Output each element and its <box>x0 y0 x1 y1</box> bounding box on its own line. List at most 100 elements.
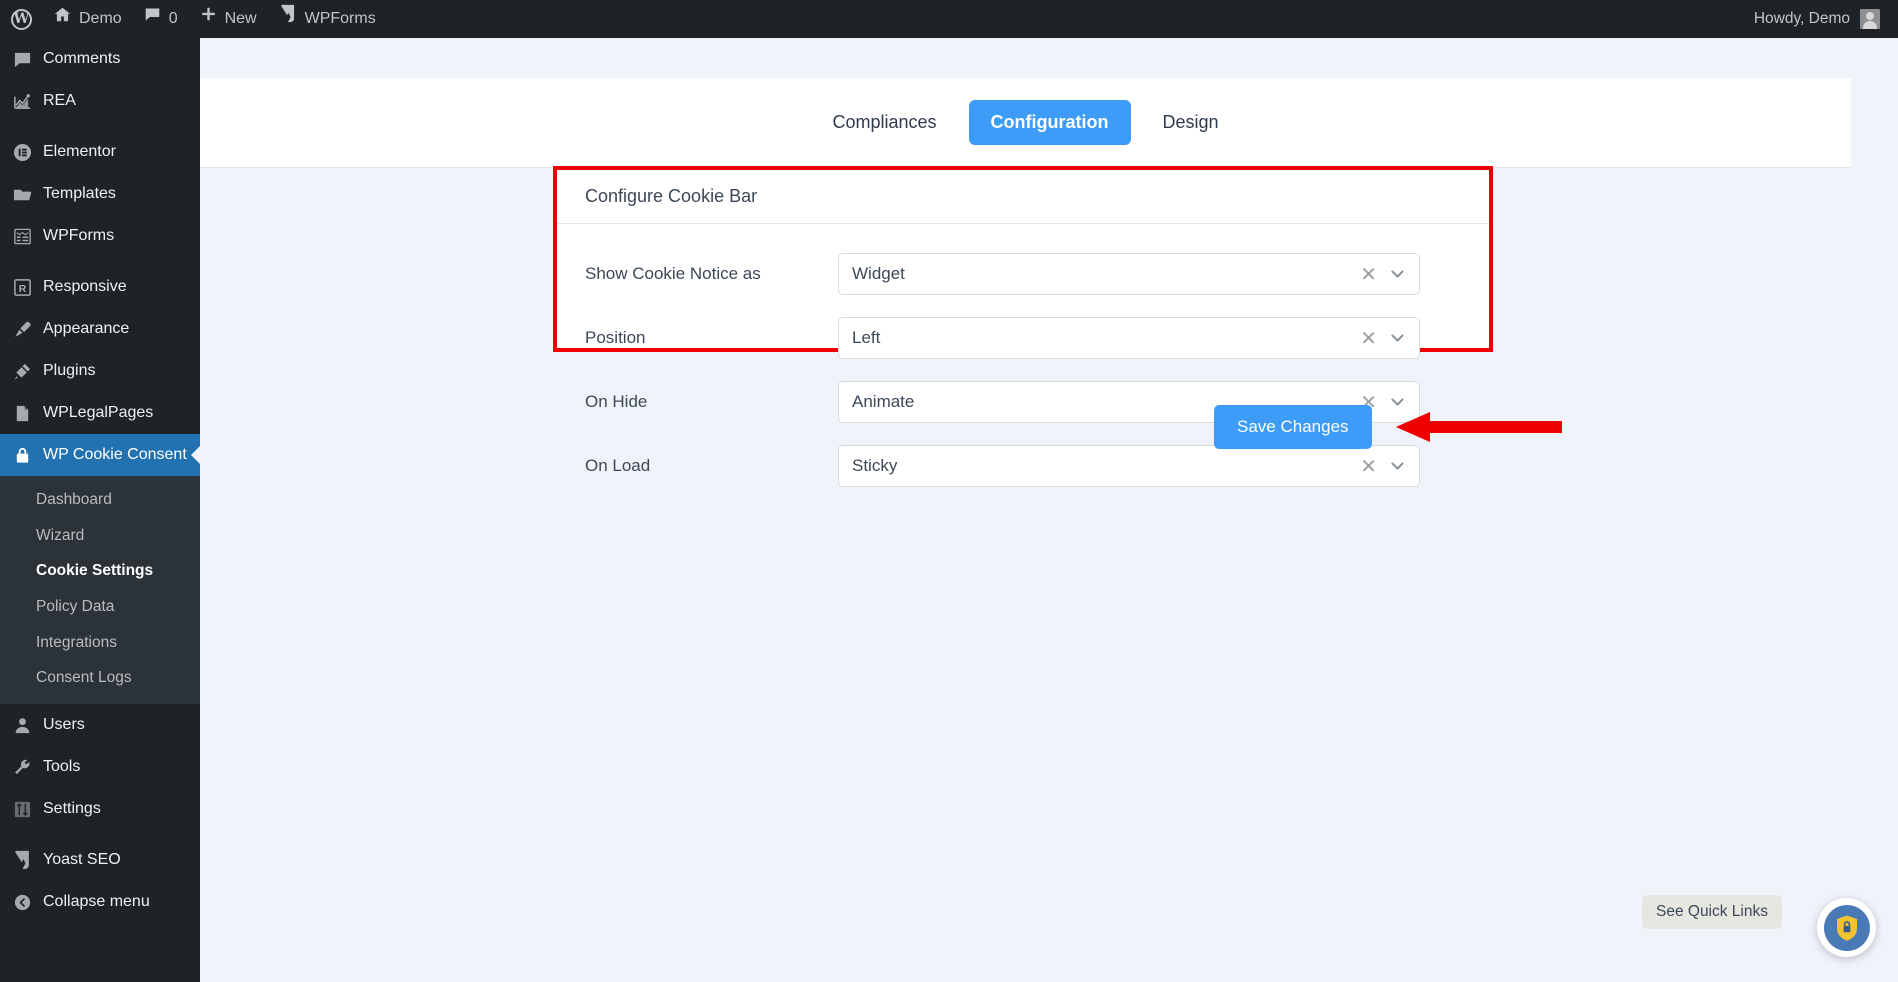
select-value: Widget <box>852 264 905 284</box>
panel-title: Configure Cookie Bar <box>557 170 1489 224</box>
field-label: Position <box>585 328 838 348</box>
sidebar-item-tools[interactable]: Tools <box>0 746 200 788</box>
sidebar-subitem-policy-data[interactable]: Policy Data <box>0 589 200 625</box>
sidebar-label: Tools <box>43 757 200 778</box>
sidebar-item-users[interactable]: Users <box>0 704 200 746</box>
sidebar-item-yoast-seo[interactable]: Yoast SEO <box>0 839 200 881</box>
sidebar-subitem-integrations[interactable]: Integrations <box>0 625 200 661</box>
chevron-down-icon[interactable] <box>1389 458 1406 475</box>
position-select[interactable]: Left ✕ <box>838 317 1420 359</box>
brush-icon <box>12 319 32 339</box>
sidebar-item-wp-cookie-consent[interactable]: WP Cookie Consent <box>0 434 200 476</box>
clear-icon[interactable]: ✕ <box>1360 456 1377 476</box>
home-icon <box>54 0 71 38</box>
admin-bar-wpforms[interactable]: WPForms <box>268 0 387 38</box>
sidebar-subitem-cookie-settings[interactable]: Cookie Settings <box>0 553 200 589</box>
annotation-arrow-left-icon <box>1394 410 1564 444</box>
clear-icon[interactable]: ✕ <box>1360 328 1377 348</box>
chart-icon <box>12 91 32 111</box>
wordpress-logo-icon: W <box>11 9 32 30</box>
sidebar-label: Appearance <box>43 319 200 340</box>
on-load-select[interactable]: Sticky ✕ <box>838 445 1420 487</box>
field-label: Show Cookie Notice as <box>585 264 838 284</box>
tab-configuration[interactable]: Configuration <box>969 100 1131 145</box>
collapse-icon <box>12 892 32 912</box>
sidebar-subitem-wizard[interactable]: Wizard <box>0 518 200 554</box>
sliders-icon <box>12 799 32 819</box>
sidebar-label: Settings <box>43 799 200 820</box>
main-content: Compliances Configuration Design Configu… <box>200 38 1898 982</box>
chevron-down-icon[interactable] <box>1389 330 1406 347</box>
field-position: Position Left ✕ <box>585 306 1461 370</box>
panel-body: Show Cookie Notice as Widget ✕ Position … <box>557 224 1489 524</box>
admin-bar: W Demo 0 New WPForms Howdy, Demo <box>0 0 1898 38</box>
user-icon <box>12 715 32 735</box>
select-value: Animate <box>852 392 914 412</box>
see-quick-links-tooltip[interactable]: See Quick Links <box>1642 895 1782 929</box>
comment-count: 0 <box>169 0 178 38</box>
sidebar-subitem-dashboard[interactable]: Dashboard <box>0 482 200 518</box>
sidebar-item-plugins[interactable]: Plugins <box>0 350 200 392</box>
sidebar-item-collapse-menu[interactable]: Collapse menu <box>0 881 200 923</box>
sidebar-item-templates[interactable]: Templates <box>0 173 200 215</box>
sidebar-label: Elementor <box>43 142 200 163</box>
wrench-icon <box>12 757 32 777</box>
responsive-icon: R <box>12 277 32 297</box>
select-value: Left <box>852 328 880 348</box>
quick-links-fab-button[interactable] <box>1817 898 1876 957</box>
sidebar-label: Collapse menu <box>43 892 200 913</box>
sidebar-item-wpforms[interactable]: WPForms <box>0 215 200 257</box>
greeting-text: Howdy, Demo <box>1754 10 1850 28</box>
yoast-icon <box>12 850 32 870</box>
sidebar-divider <box>0 830 200 839</box>
comment-icon <box>144 0 161 38</box>
field-label: On Hide <box>585 392 838 412</box>
sidebar-item-rea[interactable]: REA <box>0 80 200 122</box>
tab-design[interactable]: Design <box>1141 100 1241 145</box>
plus-icon <box>200 0 217 38</box>
sidebar-label: Comments <box>43 49 200 70</box>
sidebar-label: WP Cookie Consent <box>43 445 200 466</box>
form-icon <box>12 226 32 246</box>
plug-icon <box>12 361 32 381</box>
new-content-label: New <box>225 0 257 38</box>
configure-cookie-bar-panel: Configure Cookie Bar Show Cookie Notice … <box>553 166 1493 352</box>
admin-sidebar: Comments REA Elementor Templates <box>0 38 200 982</box>
save-changes-button[interactable]: Save Changes <box>1214 405 1372 449</box>
comment-icon <box>12 49 32 69</box>
sidebar-label: Templates <box>43 184 200 205</box>
svg-text:R: R <box>18 283 26 294</box>
sidebar-label: Users <box>43 715 200 736</box>
show-cookie-notice-as-select[interactable]: Widget ✕ <box>838 253 1420 295</box>
sidebar-item-elementor[interactable]: Elementor <box>0 131 200 173</box>
admin-bar-comments[interactable]: 0 <box>133 0 189 38</box>
sidebar-divider <box>0 257 200 266</box>
field-label: On Load <box>585 456 838 476</box>
sidebar-label: REA <box>43 91 200 112</box>
sidebar-item-comments[interactable]: Comments <box>0 38 200 80</box>
chevron-down-icon[interactable] <box>1389 266 1406 283</box>
admin-bar-site-label: Demo <box>79 0 122 38</box>
admin-bar-site-name[interactable]: Demo <box>43 0 133 38</box>
sidebar-item-responsive[interactable]: R Responsive <box>0 266 200 308</box>
tab-navigation: Compliances Configuration Design <box>200 78 1851 168</box>
sidebar-label: Responsive <box>43 277 200 298</box>
admin-bar-new-content[interactable]: New <box>189 0 268 38</box>
yoast-icon <box>279 0 297 38</box>
tab-compliances[interactable]: Compliances <box>810 100 958 145</box>
clear-icon[interactable]: ✕ <box>1360 264 1377 284</box>
wordpress-logo-menu[interactable]: W <box>0 0 43 38</box>
sidebar-submenu-cookie-consent: Dashboard Wizard Cookie Settings Policy … <box>0 476 200 704</box>
sidebar-label: Plugins <box>43 361 200 382</box>
select-value: Sticky <box>852 456 897 476</box>
sidebar-label: Yoast SEO <box>43 850 200 871</box>
lock-icon <box>12 445 32 465</box>
sidebar-item-wplegalpages[interactable]: WPLegalPages <box>0 392 200 434</box>
sidebar-label: WPLegalPages <box>43 403 200 424</box>
sidebar-label: WPForms <box>43 226 200 247</box>
save-area: Save Changes <box>1214 405 1564 449</box>
sidebar-item-settings[interactable]: Settings <box>0 788 200 830</box>
sidebar-subitem-consent-logs[interactable]: Consent Logs <box>0 660 200 696</box>
admin-bar-account[interactable]: Howdy, Demo <box>1743 9 1898 29</box>
sidebar-item-appearance[interactable]: Appearance <box>0 308 200 350</box>
